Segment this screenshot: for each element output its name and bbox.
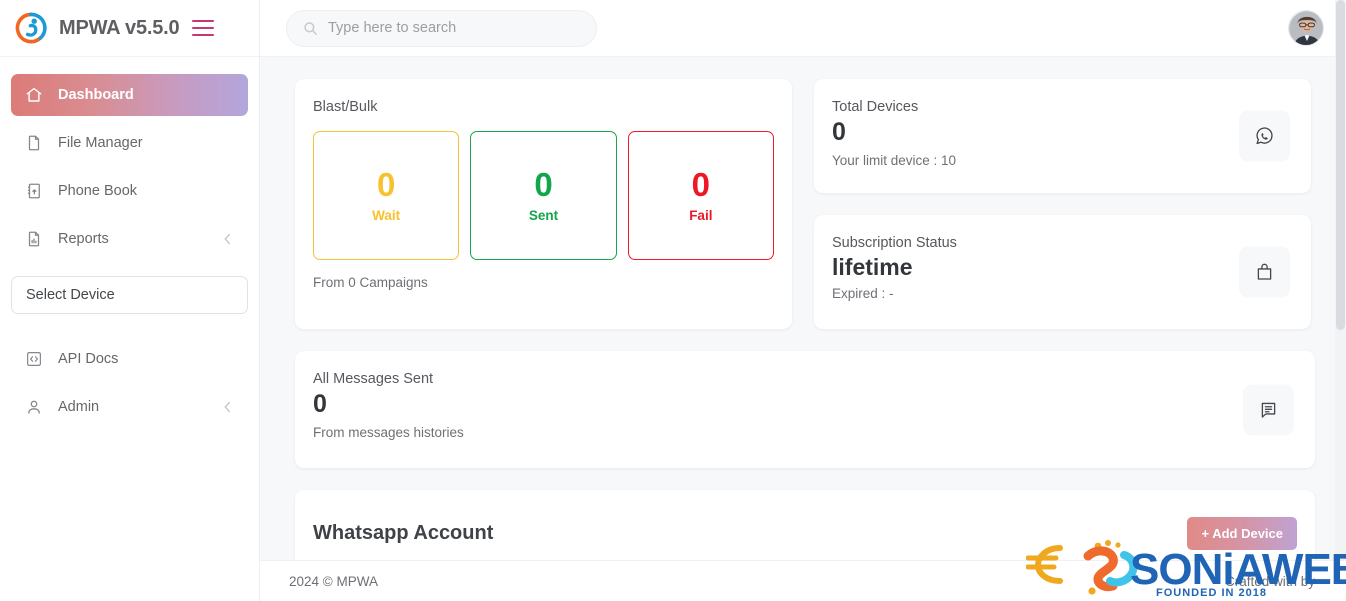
search-box[interactable]	[286, 9, 597, 47]
kpi-column: Total Devices 0 Your limit device : 10 S…	[814, 79, 1311, 329]
code-brackets-icon	[25, 350, 43, 368]
whatsapp-account-title: Whatsapp Account	[313, 521, 494, 544]
all-messages-value: 0	[313, 390, 327, 418]
stat-value: 0	[534, 166, 553, 203]
app-root: MPWA v5.5.0 Dashboard File Manager Phone…	[0, 0, 1346, 601]
sidebar-item-dashboard[interactable]: Dashboard	[11, 74, 248, 116]
bar-chart-doc-icon	[25, 230, 43, 248]
device-select-label: Select Device	[26, 287, 115, 303]
sidebar-item-label: Reports	[58, 231, 109, 247]
all-messages-label: All Messages Sent	[313, 371, 434, 387]
brand-header: MPWA v5.5.0	[0, 0, 259, 57]
phone-book-icon	[25, 182, 43, 200]
search-icon	[303, 21, 318, 36]
footer-copyright: 2024 © MPWA	[289, 573, 378, 589]
message-lines-icon	[1243, 384, 1294, 435]
stat-box-wait[interactable]: 0 Wait	[313, 131, 460, 260]
stat-value: 0	[376, 166, 396, 203]
stat-label: Sent	[528, 208, 559, 223]
sidebar-item-label: Phone Book	[58, 183, 138, 199]
stat-label: Wait	[372, 208, 401, 223]
brand-title: MPWA v5.5.0	[59, 16, 180, 39]
sidebar-item-api-docs[interactable]: API Docs	[11, 338, 248, 380]
dashboard-content: Blast/Bulk 0 Wait 0 Sent 0 Fail From 0 C…	[260, 57, 1346, 601]
add-device-button[interactable]: + Add Device	[1187, 516, 1297, 550]
top-row: Blast/Bulk 0 Wait 0 Sent 0 Fail From 0 C…	[295, 79, 1315, 329]
home-icon	[25, 86, 43, 104]
user-icon	[25, 398, 43, 416]
total-devices-card: Total Devices 0 Your limit device : 10	[814, 79, 1311, 193]
swirl-logo-icon	[14, 11, 48, 45]
stat-value: 0	[691, 166, 710, 203]
sidebar: MPWA v5.5.0 Dashboard File Manager Phone…	[0, 0, 260, 601]
sidebar-item-label: Dashboard	[58, 87, 134, 103]
sidebar-item-label: Admin	[58, 399, 100, 415]
topbar	[260, 0, 1346, 57]
file-icon	[25, 134, 43, 152]
blast-bulk-title: Blast/Bulk	[313, 99, 378, 115]
blast-bulk-footer: From 0 Campaigns	[313, 275, 428, 290]
subscription-value: lifetime	[832, 254, 913, 280]
total-devices-value: 0	[832, 118, 846, 146]
subscription-status-card: Subscription Status lifetime Expired : -	[814, 215, 1311, 329]
total-devices-label: Total Devices	[832, 99, 919, 115]
sidebar-nav-lower: API Docs Admin	[0, 314, 259, 428]
total-devices-sub: Your limit device : 10	[832, 152, 957, 168]
blast-stats: 0 Wait 0 Sent 0 Fail	[313, 131, 774, 260]
sidebar-nav: Dashboard File Manager Phone Book Report…	[0, 57, 259, 428]
shopping-bag-icon	[1239, 246, 1290, 298]
chevron-left-icon	[223, 232, 232, 246]
scrollbar-thumb[interactable]	[1336, 0, 1345, 330]
device-select[interactable]: Select Device	[11, 276, 248, 314]
sidebar-item-file-manager[interactable]: File Manager	[11, 122, 248, 164]
sidebar-item-phone-book[interactable]: Phone Book	[11, 170, 248, 212]
sidebar-item-label: File Manager	[58, 135, 143, 151]
footer: 2024 © MPWA Crafted with by	[260, 560, 1346, 601]
blast-bulk-card: Blast/Bulk 0 Wait 0 Sent 0 Fail From 0 C…	[295, 79, 792, 329]
stat-box-fail[interactable]: 0 Fail	[627, 131, 774, 260]
avatar[interactable]	[1288, 10, 1324, 46]
sidebar-item-admin[interactable]: Admin	[11, 386, 248, 428]
all-messages-sent-card: All Messages Sent 0 From messages histor…	[295, 351, 1315, 468]
chevron-left-icon	[223, 400, 232, 414]
main-area: Blast/Bulk 0 Wait 0 Sent 0 Fail	[260, 0, 1346, 601]
hamburger-menu-icon[interactable]	[192, 20, 215, 36]
footer-credit: Crafted with by	[1224, 573, 1315, 589]
subscription-sub: Expired : -	[832, 286, 894, 302]
subscription-label: Subscription Status	[832, 235, 957, 251]
whatsapp-icon	[1239, 110, 1290, 162]
stat-box-sent[interactable]: 0 Sent	[470, 131, 617, 260]
sidebar-item-label: API Docs	[58, 351, 119, 367]
search-input[interactable]	[328, 20, 580, 36]
scrollbar-track[interactable]	[1335, 0, 1346, 560]
all-messages-sub: From messages histories	[313, 424, 464, 440]
stat-label: Fail	[689, 208, 713, 223]
sidebar-item-reports[interactable]: Reports	[11, 218, 248, 260]
